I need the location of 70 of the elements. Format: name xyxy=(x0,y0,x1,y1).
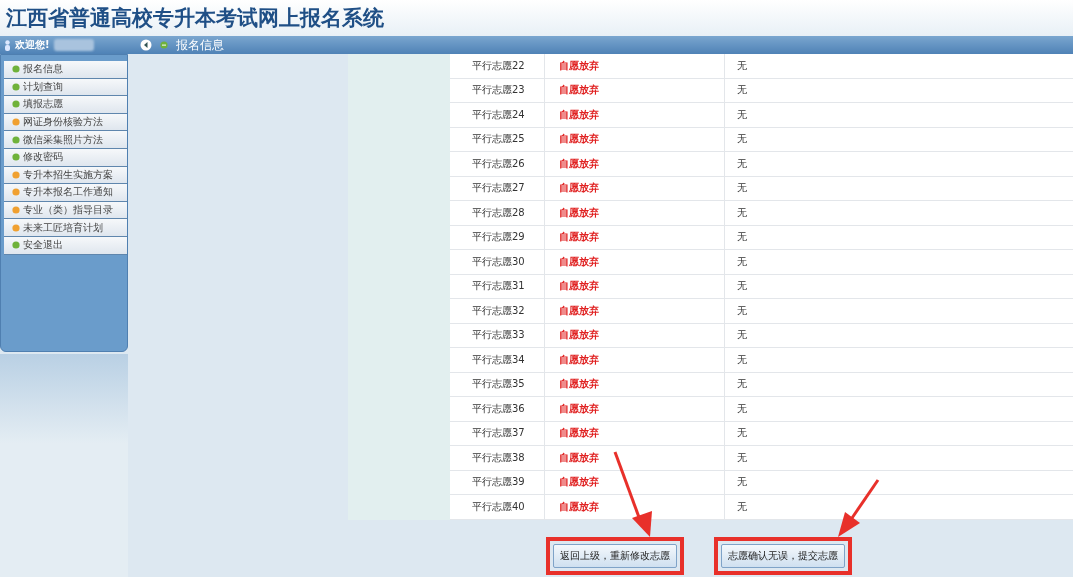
table-cell-text: 无 xyxy=(736,352,748,367)
table-cell-text: 无 xyxy=(736,58,748,73)
table-cell-text: 无 xyxy=(736,450,748,465)
welcome-text: 欢迎您! xyxy=(15,38,50,52)
table-cell: 平行志愿39 xyxy=(450,470,545,494)
table-cell: 自愿放弃 xyxy=(545,250,725,274)
table-cell: 自愿放弃 xyxy=(545,127,725,151)
table-cell: 平行志愿31 xyxy=(450,274,545,298)
table-cell: 自愿放弃 xyxy=(545,421,725,445)
table-cell: 自愿放弃 xyxy=(545,348,725,372)
bullet-icon xyxy=(160,41,168,49)
table-cell-text: 无 xyxy=(736,279,748,294)
sidebar-item[interactable]: 未来工匠培育计划 xyxy=(4,219,127,237)
table-cell-text: 无 xyxy=(736,132,748,147)
table-cell-text: 无 xyxy=(736,254,748,269)
user-icon xyxy=(4,39,11,51)
table-cell: 自愿放弃 xyxy=(545,397,725,421)
table-cell-text: 无 xyxy=(736,205,748,220)
table-cell-text: 无 xyxy=(736,181,748,196)
table-cell: 平行志愿25 xyxy=(450,127,545,151)
table-cell: 平行志愿34 xyxy=(450,348,545,372)
table-cell: 自愿放弃 xyxy=(545,274,725,298)
table-cell: 自愿放弃 xyxy=(545,323,725,347)
table-cell: 平行志愿26 xyxy=(450,152,545,176)
table-cell: 平行志愿36 xyxy=(450,397,545,421)
table-cell: 平行志愿23 xyxy=(450,78,545,102)
table-cell: 自愿放弃 xyxy=(545,446,725,470)
table-cell-text: 无 xyxy=(736,499,748,514)
table-cell: 自愿放弃 xyxy=(545,470,725,494)
action-button[interactable]: 志愿确认无误，提交志愿 xyxy=(721,544,845,568)
table-cell: 平行志愿33 xyxy=(450,323,545,347)
action-button[interactable]: 返回上级，重新修改志愿 xyxy=(553,544,677,568)
blurred-username xyxy=(53,39,94,51)
sidebar-item[interactable]: 微信采集照片方法 xyxy=(4,131,127,149)
table-cell: 平行志愿28 xyxy=(450,201,545,225)
table-cell: 平行志愿32 xyxy=(450,299,545,323)
table-cell-text: 无 xyxy=(736,83,748,98)
table-cell-text: 无 xyxy=(736,426,748,441)
table-cell: 平行志愿40 xyxy=(450,495,545,519)
table-cell: 自愿放弃 xyxy=(545,299,725,323)
table-cell: 自愿放弃 xyxy=(545,176,725,200)
table-cell: 平行志愿38 xyxy=(450,446,545,470)
table-cell: 自愿放弃 xyxy=(545,54,725,78)
table-cell: 自愿放弃 xyxy=(545,372,725,396)
system-title: 江西省普通高校专升本考试网上报名系统 xyxy=(6,5,384,32)
table-cell-text: 无 xyxy=(736,328,748,343)
sidebar-item[interactable]: 填报志愿 xyxy=(4,96,127,114)
sidebar-item[interactable]: 专升本报名工作通知 xyxy=(4,184,127,202)
table-cell-text: 无 xyxy=(736,401,748,416)
collapse-icon[interactable] xyxy=(140,39,152,51)
table-cell: 自愿放弃 xyxy=(545,225,725,249)
table-cell-text: 无 xyxy=(736,107,748,122)
table-cell: 平行志愿30 xyxy=(450,250,545,274)
sidebar-item[interactable]: 报名信息 xyxy=(4,61,127,79)
table-cell: 平行志愿35 xyxy=(450,372,545,396)
breadcrumb: 报名信息 xyxy=(176,36,224,54)
table-cell: 自愿放弃 xyxy=(545,78,725,102)
table-cell: 自愿放弃 xyxy=(545,103,725,127)
table-cell: 平行志愿37 xyxy=(450,421,545,445)
table-cell-text: 无 xyxy=(736,475,748,490)
table-cell-text: 无 xyxy=(736,230,748,245)
table-cell: 自愿放弃 xyxy=(545,201,725,225)
table-cell-text: 无 xyxy=(736,377,748,392)
table-cell-text: 无 xyxy=(736,303,748,318)
table-cell: 平行志愿22 xyxy=(450,54,545,78)
table-cell-text: 无 xyxy=(736,156,748,171)
table-cell: 平行志愿29 xyxy=(450,225,545,249)
table-cell: 自愿放弃 xyxy=(545,152,725,176)
table-cell: 平行志愿27 xyxy=(450,176,545,200)
table-cell: 平行志愿24 xyxy=(450,103,545,127)
